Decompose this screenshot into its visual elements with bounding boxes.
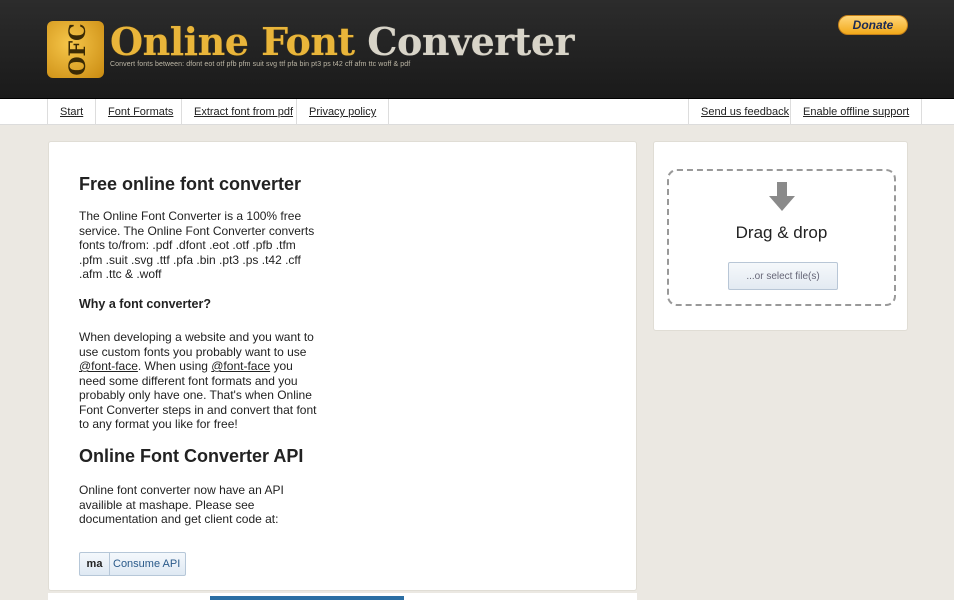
drag-drop-label: Drag & drop (735, 223, 828, 242)
select-files-button[interactable]: ...or select file(s) (728, 262, 838, 290)
logo-badge-icon[interactable]: OFC (47, 21, 104, 78)
nav-privacy-policy[interactable]: Privacy policy (296, 99, 390, 125)
font-face-link-2[interactable]: @font-face (211, 359, 270, 373)
consume-api-button[interactable]: ma Consume API (79, 552, 186, 576)
drop-zone[interactable]: Drag & drop ...or select file(s) (667, 169, 896, 306)
logo-subtitle: Convert fonts between: dfont eot otf pfb… (110, 61, 411, 68)
nav-start[interactable]: Start (47, 99, 95, 125)
logo-badge-text: OFC (65, 23, 91, 75)
site-header: OFC Online Font Converter Convert fonts … (0, 0, 954, 99)
font-face-link-1[interactable]: @font-face (79, 359, 138, 373)
api-heading: Online Font Converter API (79, 446, 304, 466)
why-heading: Why a font converter? (79, 297, 211, 311)
api-text: Online font converter now have an API av… (79, 483, 284, 526)
consume-api-label: Consume API (113, 558, 181, 570)
nav-enable-offline[interactable]: Enable offline support (790, 99, 923, 125)
why-text-part1: When developing a website and you want t… (79, 330, 314, 359)
main-nav: Start Font Formats Extract font from pdf… (0, 99, 954, 125)
site-logo-title[interactable]: Online Font Converter (110, 19, 575, 64)
logo-title-part1: Online Font (110, 19, 355, 64)
down-arrow-icon (769, 182, 795, 211)
main-content-panel: Free online font converter The Online Fo… (48, 141, 637, 591)
nav-extract-font[interactable]: Extract font from pdf (181, 99, 305, 125)
bottom-strip (48, 593, 637, 600)
mashape-icon: ma (80, 553, 110, 575)
intro-text: The Online Font Converter is a 100% free… (79, 209, 315, 281)
donate-button[interactable]: Donate (838, 15, 908, 35)
why-text: When developing a website and you want t… (79, 330, 319, 432)
why-text-part2: . When using (137, 359, 212, 373)
upload-panel: Drag & drop ...or select file(s) (653, 141, 908, 331)
logo-badge-graphic: OFC (65, 23, 91, 75)
nav-send-feedback[interactable]: Send us feedback (688, 99, 801, 125)
bottom-bar (210, 596, 404, 600)
logo-title-part2: Converter (367, 19, 575, 64)
page-title: Free online font converter (79, 174, 302, 194)
nav-font-formats[interactable]: Font Formats (95, 99, 185, 125)
